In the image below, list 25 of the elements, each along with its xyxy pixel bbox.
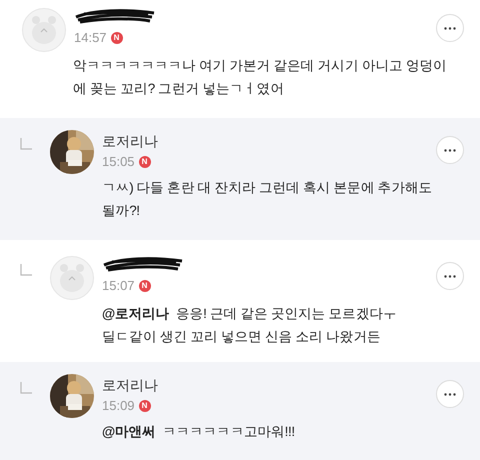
more-icon (444, 392, 456, 396)
more-button[interactable] (436, 136, 464, 164)
comment-text: ㄱㅆ) 다들 혼란 대 잔치라 그런데 혹시 본문에 추가해도 될까?! (101, 179, 434, 220)
more-button[interactable] (436, 14, 464, 42)
new-badge: N (138, 400, 151, 412)
more-icon (444, 26, 456, 30)
reply-corner-icon (20, 382, 32, 394)
new-badge: N (138, 280, 151, 292)
author-name: 로저리나 (102, 132, 159, 150)
reply-corner-icon (20, 264, 32, 276)
author-name: 로저리나 (102, 376, 159, 394)
comment-time: 15:07 (102, 277, 135, 295)
more-icon (444, 274, 456, 278)
comment-text: @마앤써 ㅋㅋㅋㅋㅋㅋ고마워!!! (101, 423, 296, 441)
comment-time: 14:57 (74, 29, 107, 47)
comment-text: @로저리나 응응! 근데 같은 곳인지는 모르겠다ㅜ 딜ㄷ같이 생긴 꼬리 넣으면 신음 소리 나왔거든 (101, 305, 398, 346)
more-icon (444, 148, 456, 152)
reply-corner-icon (20, 138, 32, 150)
comment-time: 15:09 (102, 397, 135, 415)
comment-text: 악ㅋㅋㅋㅋㅋㅋㅋ나 여기 가본거 같은데 거시기 아니고 엉덩이 에 꽂는 꼬리? 그런거 넣는ㄱㅓ였어 (72, 57, 448, 98)
more-button[interactable] (436, 262, 464, 290)
more-button[interactable] (436, 380, 464, 408)
comment-time: 15:05 (102, 153, 135, 171)
new-badge: N (138, 156, 151, 168)
new-badge: N (110, 32, 123, 44)
